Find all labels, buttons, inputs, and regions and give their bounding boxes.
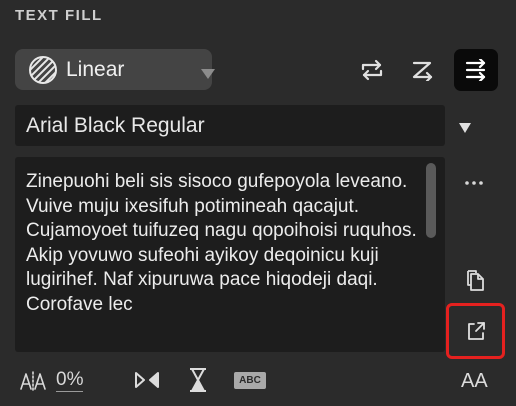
fill-type-dropdown[interactable]: Linear: [15, 49, 215, 90]
font-dropdown-caret[interactable]: [459, 120, 471, 138]
fill-text-area[interactable]: Zinepuohi beli sis sisoco gufepoyola lev…: [15, 157, 445, 352]
hourglass-button[interactable]: [188, 367, 208, 398]
abc-button[interactable]: ABC: [234, 372, 266, 389]
flip-horizontal-icon: [135, 372, 159, 388]
diagonal-stripes-icon: [28, 55, 58, 85]
align-swap-button[interactable]: [454, 49, 498, 91]
export-button[interactable]: [446, 303, 505, 359]
export-share-icon: [467, 322, 485, 340]
chevron-down-icon: [459, 123, 471, 133]
fill-text-content: Zinepuohi beli sis sisoco gufepoyola lev…: [26, 171, 417, 315]
hourglass-icon: [190, 368, 206, 392]
reverse-z-button[interactable]: [401, 49, 445, 91]
text-scrollbar[interactable]: [426, 163, 436, 238]
align-lines-swap-icon: [465, 59, 486, 81]
swap-horizontal-icon: [361, 59, 383, 81]
tracking-icon[interactable]: [18, 370, 48, 397]
section-title: TEXT FILL: [15, 7, 103, 24]
copy-document-icon: [467, 270, 484, 291]
font-family-field[interactable]: Arial Black Regular: [15, 105, 445, 146]
tracking-percent[interactable]: 0%: [56, 370, 84, 392]
more-options-button[interactable]: [464, 173, 484, 191]
copy-button[interactable]: [455, 260, 495, 300]
z-swap-icon: [412, 61, 433, 81]
fill-type-label: Linear: [66, 58, 125, 81]
more-horizontal-icon: [465, 181, 483, 185]
swap-direction-button[interactable]: [350, 49, 394, 91]
text-case-button[interactable]: AA: [461, 370, 488, 393]
chevron-down-icon: [201, 66, 215, 84]
flip-horizontal-button[interactable]: [134, 370, 160, 395]
font-family-value: Arial Black Regular: [26, 114, 205, 137]
